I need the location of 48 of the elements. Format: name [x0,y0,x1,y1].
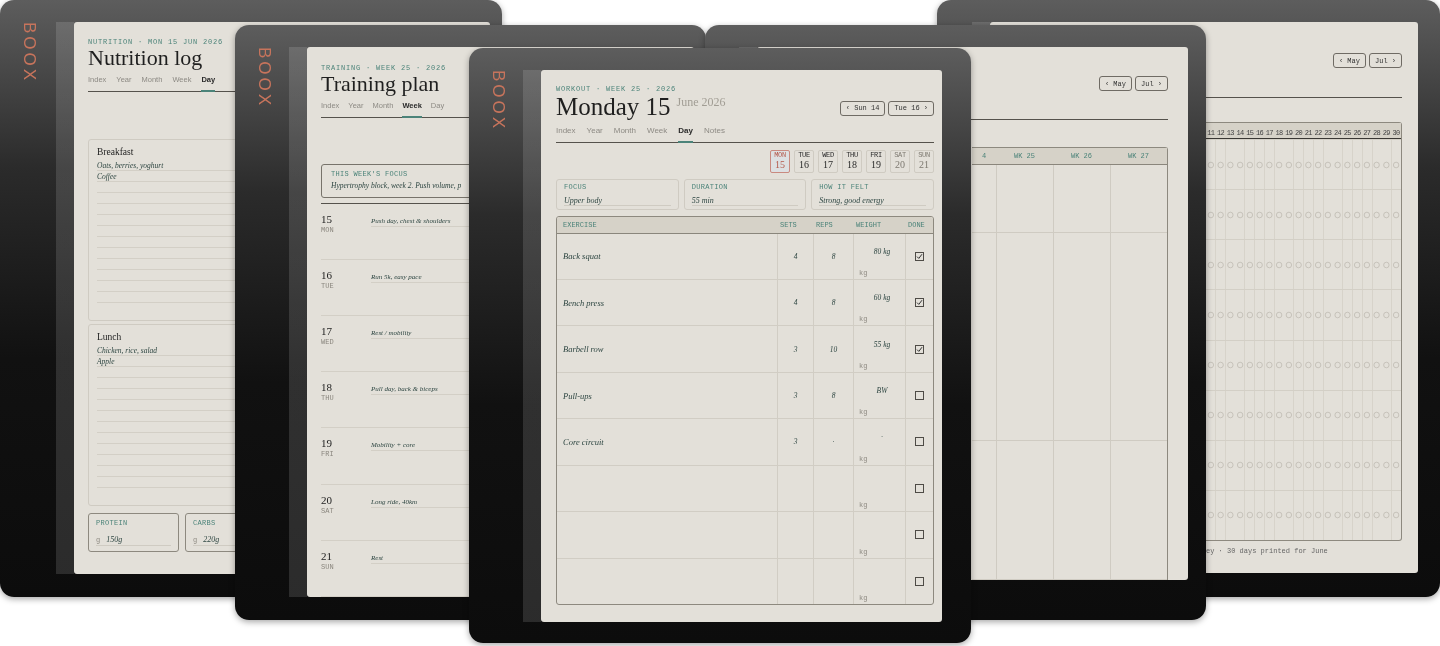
done-checkbox[interactable] [915,251,924,261]
exercise-cell: Bench press [563,297,604,308]
table-cell [1110,165,1167,233]
page-title: Monday 15 [556,93,671,121]
exercise-cell: Back squat [563,251,601,262]
brand-logo: BOOX [256,47,273,109]
day-number: 21 [321,549,332,562]
field-value: Strong, good energy [819,195,884,205]
brand-logo: BOOX [490,70,507,132]
done-checkbox[interactable] [915,391,924,401]
day-number: 18 [321,381,332,394]
day-number: 19 [321,437,332,450]
chip-day: 16 [799,159,809,170]
macro-value: 220g [203,535,220,545]
done-checkbox[interactable] [915,437,924,447]
brand-logo: BOOX [21,22,38,84]
check-icon [916,299,923,307]
exercise-cell: Pull-ups [563,390,592,401]
page-title: Training plan [321,72,440,97]
day-number: 15 [321,212,332,225]
chip-day: 18 [847,159,857,170]
chip-day: 19 [871,159,881,170]
day-number: 20 [321,493,332,506]
chip-day: 20 [895,159,905,170]
table-cell [996,165,1053,233]
meal-name: Breakfast [97,147,134,158]
page-title: Nutrition log [88,46,203,71]
exercise-cell: Core circuit [563,436,604,447]
done-checkbox[interactable] [915,530,924,540]
page-subtitle: June 2026 [676,95,726,110]
done-checkbox[interactable] [915,576,924,586]
done-checkbox[interactable] [915,298,924,308]
exercise-cell: Barbell row [563,344,604,355]
meal-name: Lunch [97,332,122,343]
check-icon [916,345,923,353]
view-tab[interactable]: Day [678,125,693,143]
table-cell [1053,165,1110,233]
chip-day: 15 [775,159,785,170]
macro-value: 150g [106,535,123,545]
field-value: 55 min [691,195,714,205]
done-checkbox[interactable] [915,344,924,354]
check-icon [916,252,923,260]
done-checkbox[interactable] [915,483,924,493]
chip-day: 17 [823,159,833,170]
chip-day: 21 [919,159,929,170]
day-number: 16 [321,268,332,281]
field-value: Upper body [564,195,602,205]
day-number: 17 [321,324,332,338]
